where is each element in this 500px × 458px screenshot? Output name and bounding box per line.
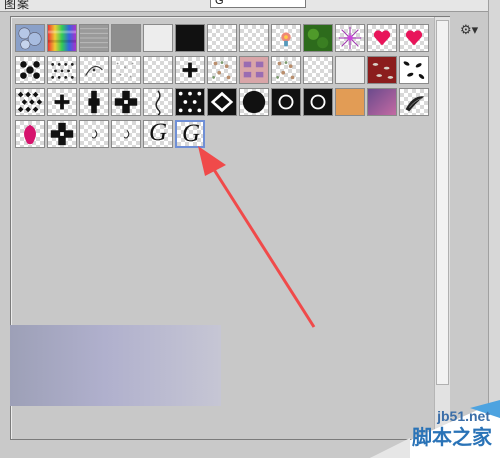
preset-swatch-transparent-4[interactable]	[303, 56, 333, 84]
watermark-brand: 脚本之家	[412, 425, 492, 449]
preset-swatch-bubbles[interactable]	[15, 24, 45, 52]
window-title-partial: 图案	[4, 0, 31, 11]
preset-swatch-diamond-black[interactable]	[207, 88, 237, 116]
preset-swatch-black-leaves[interactable]	[399, 56, 429, 84]
preset-letter-g: G	[149, 120, 168, 146]
preset-letter-g: G	[182, 120, 201, 147]
preset-swatch-comma-1[interactable]	[79, 120, 109, 148]
preset-swatch-tiny-cross[interactable]	[175, 56, 205, 84]
preset-swatch-black[interactable]	[175, 24, 205, 52]
preset-swatch-check-pattern[interactable]	[175, 88, 205, 116]
watermark: jb51.net 脚本之家	[350, 378, 500, 458]
preset-swatch-wavy[interactable]	[143, 88, 173, 116]
preset-swatch-light-gray[interactable]	[143, 24, 173, 52]
preset-swatch-transparent-3[interactable]	[143, 56, 173, 84]
preset-swatch-light[interactable]	[335, 56, 365, 84]
preset-swatch-orange[interactable]	[335, 88, 365, 116]
preset-swatch-heart-1[interactable]	[367, 24, 397, 52]
preset-swatch-feather[interactable]	[399, 88, 429, 116]
preset-swatch-pink-pattern[interactable]	[239, 56, 269, 84]
preset-swatch-transparent-1[interactable]	[207, 24, 237, 52]
pattern-name-field[interactable]: G	[210, 0, 306, 8]
scrollbar-thumb[interactable]	[436, 20, 449, 385]
preset-swatch-cross-small[interactable]	[47, 88, 77, 116]
preset-swatch-black-blob[interactable]	[15, 56, 45, 84]
preset-swatch-vertical-pillar[interactable]	[79, 88, 109, 116]
preset-swatch-gray-solid[interactable]	[111, 24, 141, 52]
preset-swatch-transparent-2[interactable]	[239, 24, 269, 52]
gear-icon[interactable]: ⚙▾	[460, 24, 482, 38]
preset-swatch-letter-g-1[interactable]: G	[143, 120, 173, 148]
blurred-region	[10, 325, 221, 406]
preset-swatch-diamonds[interactable]	[15, 88, 45, 116]
preset-swatch-letter-g-2[interactable]: G	[175, 120, 205, 148]
preset-swatch-gray-texture[interactable]	[79, 24, 109, 52]
preset-swatch-octagon-black[interactable]	[271, 88, 301, 116]
preset-swatch-flower-small[interactable]	[271, 24, 301, 52]
preset-swatch-circle-black[interactable]	[239, 88, 269, 116]
preset-swatch-cross-arrow[interactable]	[47, 120, 77, 148]
preset-swatch-dots[interactable]	[47, 56, 77, 84]
preset-swatch-light-dots[interactable]	[111, 56, 141, 84]
scrollbar-track[interactable]	[434, 17, 450, 440]
preset-swatch-cross-big[interactable]	[111, 88, 141, 116]
preset-swatch-pink-petal[interactable]	[15, 120, 45, 148]
preset-swatch-heart-2[interactable]	[399, 24, 429, 52]
preset-swatch-violet-sky[interactable]	[367, 88, 397, 116]
preset-swatch-green[interactable]	[303, 24, 333, 52]
preset-swatch-wisp[interactable]	[79, 56, 109, 84]
preset-swatch-comma-2[interactable]	[111, 120, 141, 148]
preset-swatch-floral-b[interactable]	[271, 56, 301, 84]
preset-swatch-red-leaves[interactable]	[367, 56, 397, 84]
preset-swatch-octagon-black-2[interactable]	[303, 88, 333, 116]
top-strip: 图案 G	[0, 0, 500, 12]
preset-swatch-floral-a[interactable]	[207, 56, 237, 84]
pattern-picker-window: 图案 G GG ⚙▾ jb51.net 脚本之家	[0, 0, 500, 458]
preset-swatch-purple-burst[interactable]	[335, 24, 365, 52]
preset-swatch-tie-dye[interactable]	[47, 24, 77, 52]
